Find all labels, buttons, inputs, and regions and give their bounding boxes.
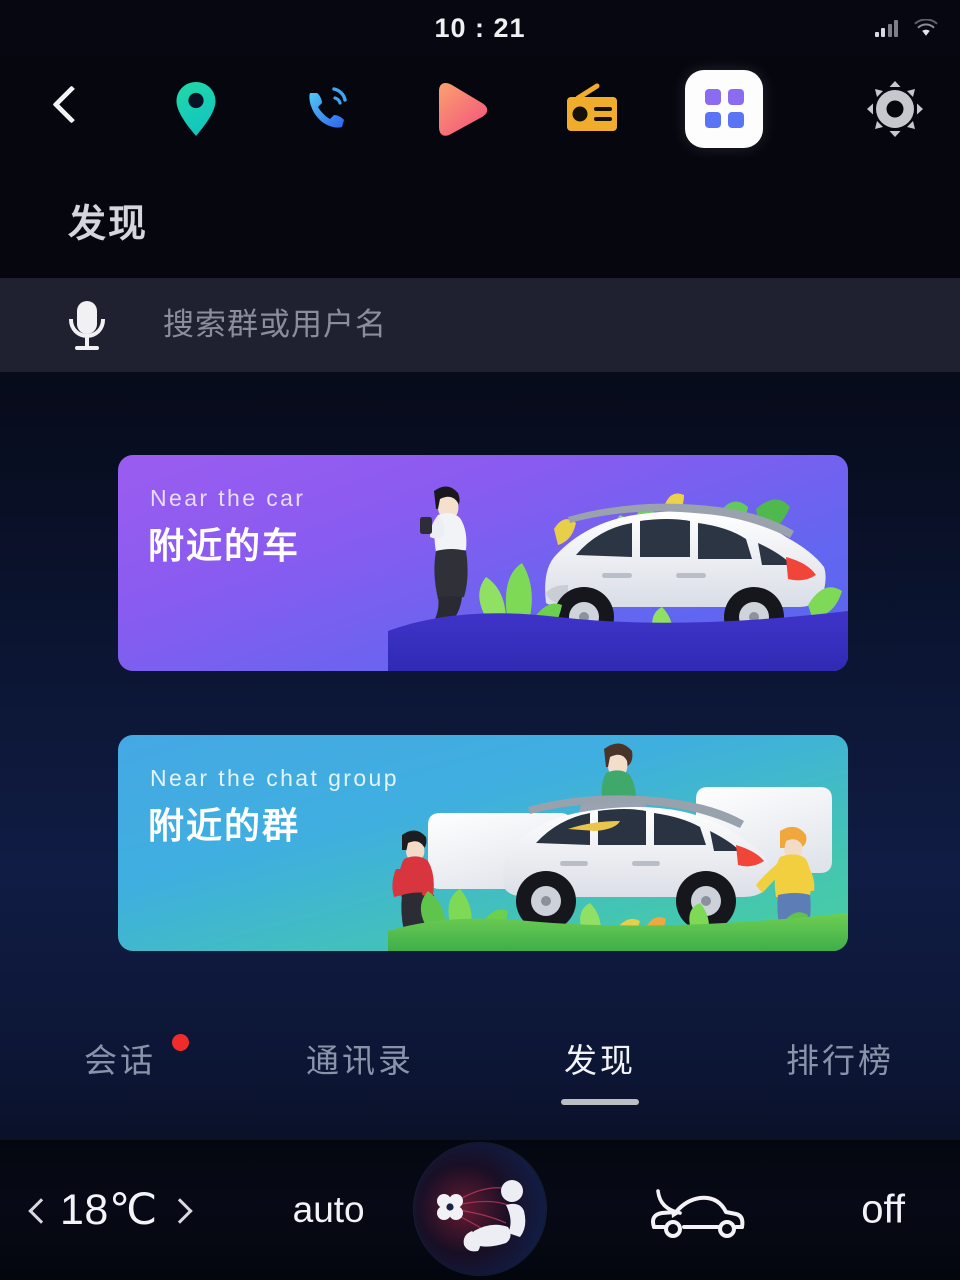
play-blob-icon — [439, 82, 488, 136]
back-button[interactable] — [0, 56, 130, 161]
temperature-decrease-button[interactable] — [30, 1195, 46, 1225]
tab-label: 排行榜 — [786, 1042, 894, 1079]
wifi-icon — [914, 19, 938, 36]
recirculation-state-label[interactable]: off — [861, 1188, 905, 1233]
phone-call-icon — [309, 86, 347, 128]
top-navigation-bar — [0, 56, 960, 161]
tab-contacts[interactable]: 通讯录 — [240, 1020, 480, 1082]
microphone-icon[interactable] — [64, 299, 110, 351]
card-title: 附近的车 — [148, 525, 301, 566]
gear-icon — [867, 80, 923, 137]
media-button[interactable] — [394, 56, 526, 161]
tab-label: 发现 — [564, 1042, 636, 1079]
card-near-the-chat-group[interactable]: Near the chat group 附近的群 — [118, 735, 848, 951]
tab-label: 通讯录 — [306, 1042, 414, 1079]
phone-button[interactable] — [262, 56, 394, 161]
map-pin-icon — [176, 81, 216, 136]
active-tab-indicator — [561, 1099, 639, 1105]
radio-button[interactable] — [526, 56, 658, 161]
infotainment-screen: 10 : 21 发现 搜索群或用户名 Near the car 附近的车 Nea… — [0, 0, 960, 1280]
navigation-button[interactable] — [130, 56, 262, 161]
near-the-chat-group-illustration — [388, 735, 848, 951]
card-subtitle: Near the car — [150, 485, 306, 511]
tab-discover[interactable]: 发现 — [480, 1020, 720, 1105]
card-near-the-car[interactable]: Near the car 附近的车 — [118, 455, 848, 671]
card-title: 附近的群 — [148, 805, 301, 846]
search-bar[interactable] — [0, 278, 960, 372]
settings-button[interactable] — [830, 56, 960, 161]
radio-icon — [567, 83, 617, 131]
air-recirculation-car-icon[interactable] — [640, 1179, 750, 1241]
status-indicators — [874, 19, 939, 37]
bottom-tab-bar: 会话 通讯录 发现 排行榜 — [0, 1020, 960, 1130]
page-title-bar: 发现 — [0, 161, 960, 278]
climate-control-bar: 18℃ auto off — [0, 1140, 960, 1280]
tab-sessions[interactable]: 会话 — [0, 1020, 240, 1082]
card-subtitle: Near the chat group — [150, 765, 399, 791]
tab-leaderboard[interactable]: 排行榜 — [720, 1020, 960, 1082]
page-title: 发现 — [68, 203, 149, 245]
app-grid-icon — [685, 69, 763, 148]
temperature-increase-button[interactable] — [172, 1195, 188, 1225]
status-bar: 10 : 21 — [0, 0, 960, 56]
temperature-stepper[interactable]: 18℃ — [30, 1185, 188, 1235]
temperature-value: 18℃ — [60, 1186, 158, 1234]
auto-mode-button[interactable]: auto — [293, 1189, 365, 1231]
chevron-left-icon — [48, 83, 82, 135]
signal-bars-icon — [874, 19, 898, 37]
tab-label: 会话 — [84, 1042, 156, 1079]
apps-button[interactable] — [658, 56, 790, 161]
near-the-car-illustration — [388, 455, 848, 671]
status-clock: 10 : 21 — [434, 12, 526, 43]
unread-badge — [172, 1034, 189, 1051]
search-input[interactable] — [163, 307, 960, 343]
seat-airflow-dial-icon[interactable] — [414, 1143, 546, 1275]
